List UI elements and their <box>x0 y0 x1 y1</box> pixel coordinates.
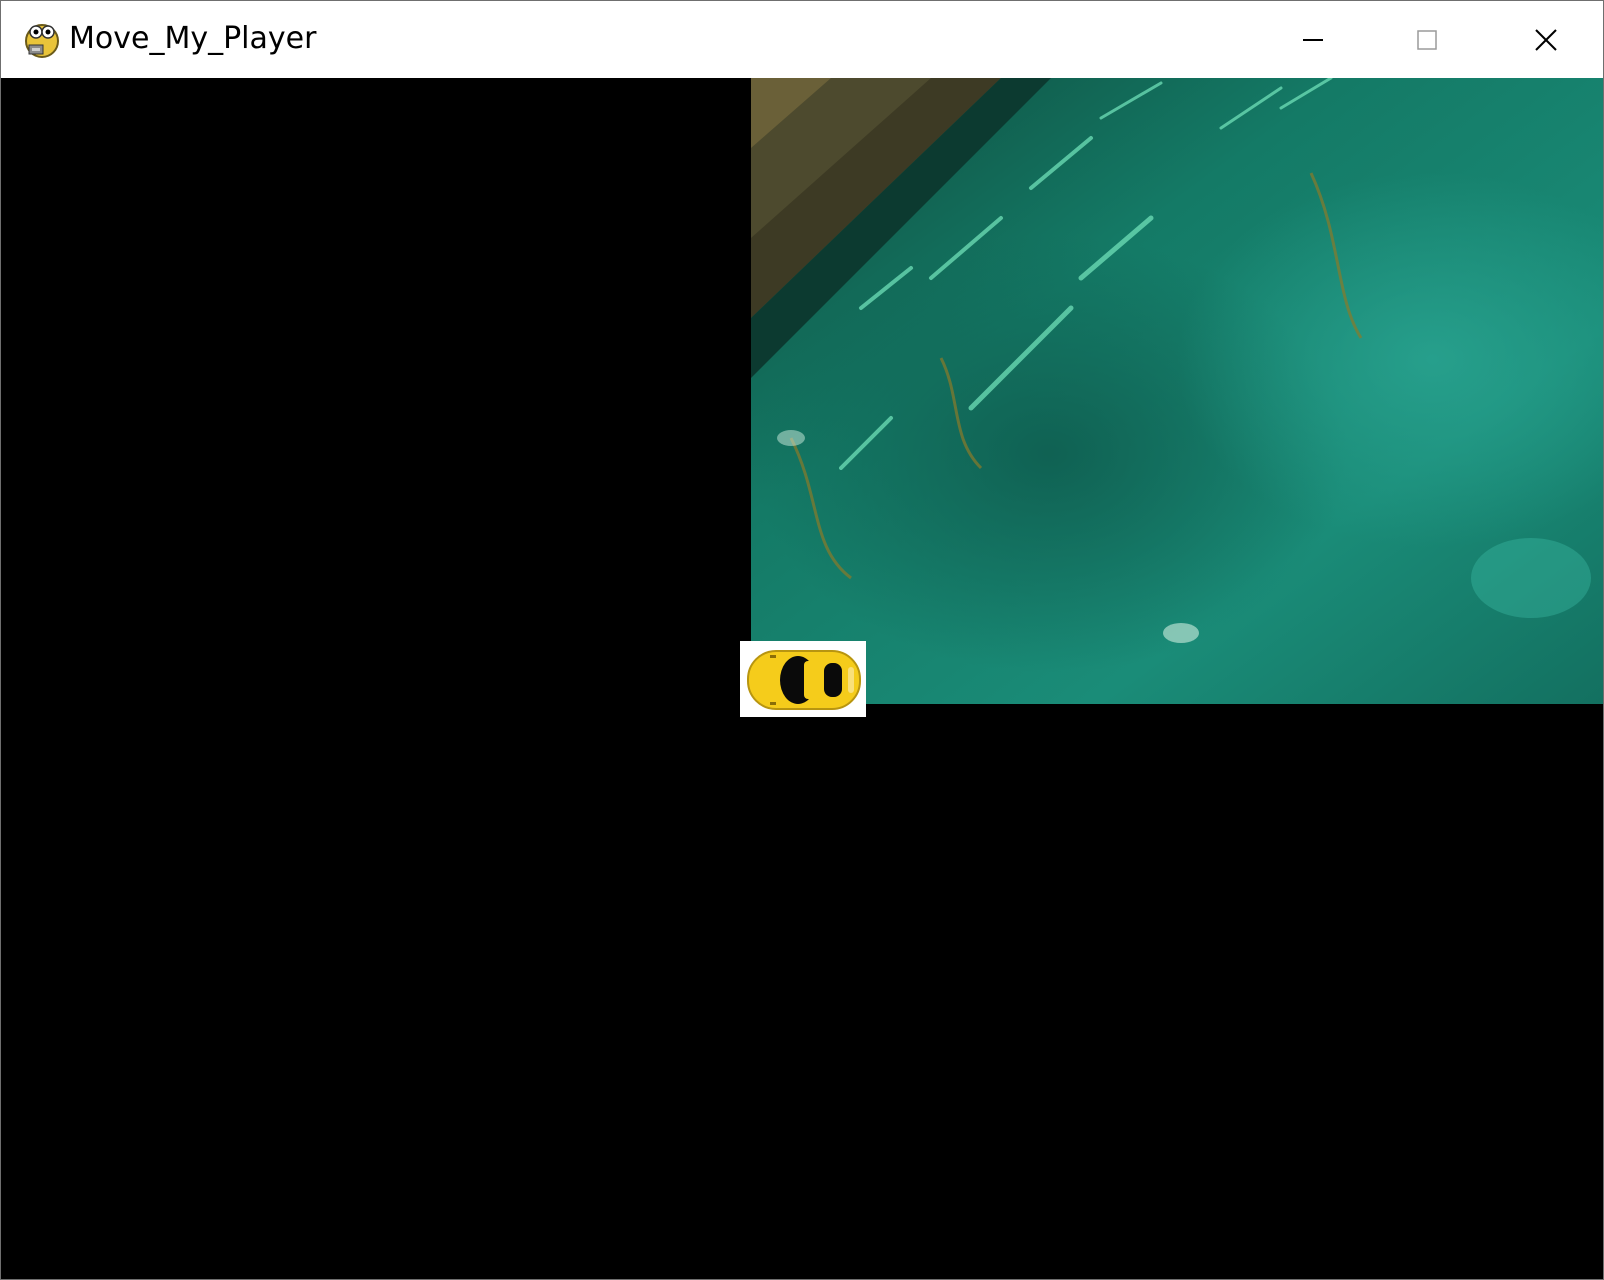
background-image <box>751 78 1603 704</box>
title-bar[interactable]: Move_My_Player <box>1 1 1603 78</box>
yellow-car-icon <box>740 641 866 717</box>
window-title: Move_My_Player <box>69 21 317 56</box>
maximize-button[interactable] <box>1370 1 1484 78</box>
player-car[interactable] <box>740 641 866 717</box>
pygame-snake-icon <box>23 19 61 59</box>
minimize-button[interactable] <box>1256 1 1370 78</box>
minimize-icon <box>1303 38 1323 41</box>
close-icon <box>1535 28 1557 51</box>
game-canvas[interactable] <box>1 78 1603 1279</box>
app-window: Move_My_Player <box>0 0 1604 1280</box>
maximize-icon <box>1417 29 1437 50</box>
close-button[interactable] <box>1489 1 1603 78</box>
